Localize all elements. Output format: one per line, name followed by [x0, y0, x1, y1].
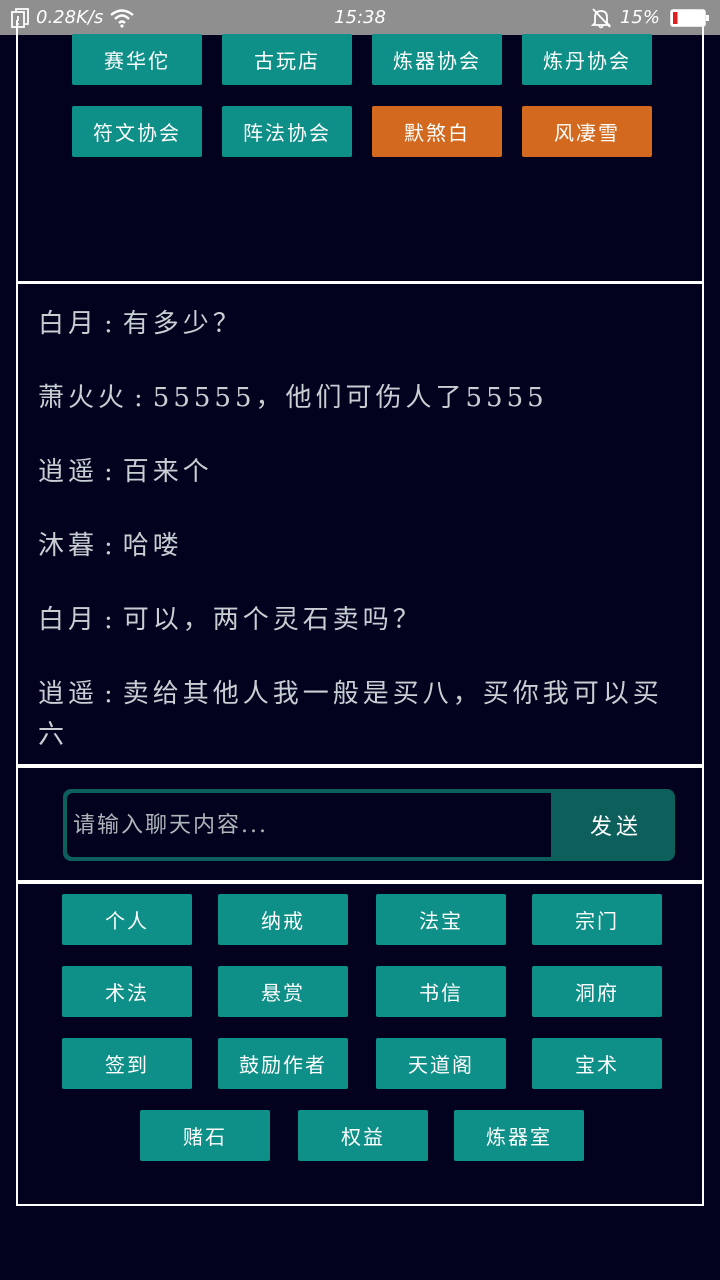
location-panel: 赛华佗 古玩店 炼器协会 炼丹协会符文协会 阵法协会 默煞白 风凄雪 — [16, 20, 704, 283]
menu-button-2[interactable]: 纳戒 — [218, 894, 348, 945]
chat-speaker[interactable]: 白月 — [38, 605, 98, 635]
menu-button-13[interactable]: 赌石 — [140, 1110, 270, 1161]
menu-button-4[interactable]: 宗门 — [532, 894, 662, 945]
menu-button-8[interactable]: 洞府 — [532, 966, 662, 1017]
chat-speaker[interactable]: 逍遥 — [38, 679, 98, 709]
chat-separator: : — [104, 457, 117, 487]
chat-separator: : — [104, 531, 117, 561]
location-button-7[interactable]: 默煞白 — [372, 106, 502, 157]
chat-separator: : — [104, 679, 117, 709]
main-menu-panel: 个人 纳戒 法宝 宗门术法 悬赏 书信 洞府签到 鼓励作者 天道阁 宝术赌石 权益 炼器室 — [16, 882, 704, 1206]
chat-text: 卖给其他人我一般是买八，买你我可以买六 — [38, 679, 663, 750]
chat-speaker[interactable]: 逍遥 — [38, 457, 98, 487]
chat-message: 白月: 可以，两个灵石卖吗？ — [38, 600, 686, 641]
chat-message: 沐暮: 哈喽 — [38, 526, 686, 567]
chat-message: 逍遥: 百来个 — [38, 452, 686, 493]
chat-panel: 白月: 有多少？ 萧火火:55555，他们可伤人了5555 逍遥: 百来个 沐暮: 哈喽 白月… — [16, 282, 704, 766]
chat-text: 55555，他们可伤人了5555 — [152, 383, 548, 413]
chat-message: 白月: 有多少？ — [38, 304, 686, 345]
location-button-4[interactable]: 炼丹协会 — [522, 34, 652, 85]
location-button-2[interactable]: 古玩店 — [222, 34, 352, 85]
location-button-1[interactable]: 赛华佗 — [72, 34, 202, 85]
menu-button-15[interactable]: 炼器室 — [454, 1110, 584, 1161]
menu-button-3[interactable]: 法宝 — [376, 894, 506, 945]
menu-button-12[interactable]: 宝术 — [532, 1038, 662, 1089]
chat-speaker[interactable]: 白月 — [38, 309, 98, 339]
chat-input[interactable] — [67, 793, 551, 857]
chat-message-list: 白月: 有多少？ 萧火火:55555，他们可伤人了5555 逍遥: 百来个 沐暮: 哈喽 白月… — [38, 304, 686, 789]
chat-separator: : — [104, 309, 117, 339]
menu-button-7[interactable]: 书信 — [376, 966, 506, 1017]
chat-text: 有多少？ — [122, 309, 243, 339]
menu-button-5[interactable]: 术法 — [62, 966, 192, 1017]
send-button[interactable]: 发送 — [557, 789, 675, 861]
chat-text: 可以，两个灵石卖吗？ — [122, 605, 423, 635]
menu-button-11[interactable]: 天道阁 — [376, 1038, 506, 1089]
menu-button-1[interactable]: 个人 — [62, 894, 192, 945]
chat-separator: : — [104, 605, 117, 635]
chat-message: 萧火火:55555，他们可伤人了5555 — [38, 378, 686, 419]
menu-button-6[interactable]: 悬赏 — [218, 966, 348, 1017]
chat-separator: : — [134, 383, 147, 413]
menu-button-14[interactable]: 权益 — [298, 1110, 428, 1161]
location-button-6[interactable]: 阵法协会 — [222, 106, 352, 157]
chat-input-panel: 发送 — [16, 766, 704, 882]
chat-message: 逍遥: 卖给其他人我一般是买八，买你我可以买六 — [38, 674, 686, 756]
location-button-5[interactable]: 符文协会 — [72, 106, 202, 157]
chat-speaker[interactable]: 萧火火 — [38, 383, 128, 413]
chat-text: 百来个 — [122, 457, 213, 487]
location-button-3[interactable]: 炼器协会 — [372, 34, 502, 85]
chat-input-frame: 发送 — [63, 789, 675, 861]
chat-text: 哈喽 — [122, 531, 183, 561]
menu-button-9[interactable]: 签到 — [62, 1038, 192, 1089]
chat-speaker[interactable]: 沐暮 — [38, 531, 98, 561]
menu-button-10[interactable]: 鼓励作者 — [218, 1038, 348, 1089]
location-button-8[interactable]: 风凄雪 — [522, 106, 652, 157]
